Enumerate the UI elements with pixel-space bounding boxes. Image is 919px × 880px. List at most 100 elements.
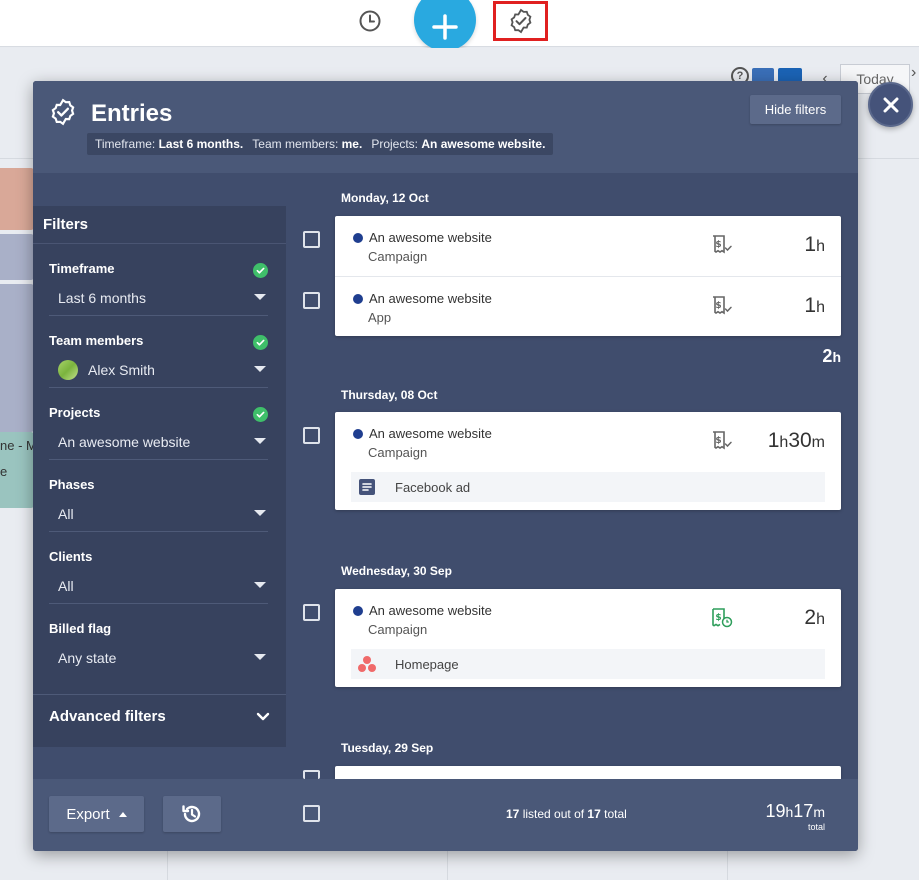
timeframe-select[interactable]: Last 6 months	[49, 280, 268, 316]
entry-row[interactable]: An awesome website Campaign $ 1h	[335, 216, 841, 276]
svg-text:$: $	[715, 240, 721, 250]
filters-panel: Filters Timeframe Last 6 months Team mem…	[33, 206, 286, 747]
total-text: total	[604, 807, 627, 821]
entry-row[interactable]: An awesome website App $ 1h	[335, 276, 841, 336]
day-label: Thursday, 08 Oct	[341, 388, 438, 402]
history-button[interactable]	[163, 796, 221, 832]
caret-down-icon	[254, 366, 266, 372]
caret-down-icon	[254, 582, 266, 588]
filter-value: Last 6 months	[58, 289, 146, 306]
unit-h: h	[816, 611, 825, 628]
modal-title: Entries	[91, 100, 173, 127]
export-button[interactable]: Export	[49, 796, 144, 832]
team-members-select[interactable]: Alex Smith	[49, 352, 268, 388]
entry-checkbox[interactable]	[303, 427, 320, 444]
entry-project[interactable]: An awesome website	[353, 291, 492, 306]
plus-icon	[432, 14, 458, 40]
day-card: An awesome website Campaign $ 1h30m Face…	[335, 412, 841, 510]
filter-label: Projects	[49, 405, 101, 420]
calendar-event[interactable]	[0, 234, 34, 280]
caret-down-icon	[254, 510, 266, 516]
chevron-down-icon	[256, 712, 270, 720]
day-card	[335, 766, 841, 779]
hide-filters-button[interactable]: Hide filters	[750, 95, 841, 124]
billable-receipt-icon[interactable]: $	[711, 431, 733, 451]
svg-text:$: $	[715, 436, 721, 446]
entry-duration: 1h30m	[768, 429, 825, 453]
task-name: Homepage	[395, 656, 459, 672]
modal-footer: Export 17 listed out of 17 total 19h17m …	[33, 779, 858, 851]
filter-label: Phases	[49, 477, 95, 492]
unit-h: h	[816, 299, 825, 316]
calendar-event[interactable]	[0, 284, 34, 432]
filter-label: Billed flag	[49, 621, 112, 636]
entry-phase: Campaign	[368, 622, 428, 637]
project-color-dot	[353, 428, 363, 439]
history-icon	[182, 805, 201, 823]
task-name: Facebook ad	[395, 479, 471, 495]
advanced-filters-toggle[interactable]: Advanced filters	[33, 694, 286, 738]
project-color-dot	[353, 232, 363, 243]
summary-timeframe-value: Last 6 months.	[158, 137, 244, 151]
select-all-checkbox[interactable]	[303, 805, 320, 822]
entry-checkbox[interactable]	[303, 231, 320, 248]
entry-phase: App	[368, 310, 392, 325]
check-circle-icon	[253, 263, 268, 278]
project-name: An awesome website	[369, 426, 492, 441]
billable-receipt-icon[interactable]: $	[711, 296, 733, 316]
close-icon	[883, 97, 898, 112]
entry-checkbox[interactable]	[303, 770, 320, 779]
summary-timeframe-key: Timeframe:	[95, 137, 156, 151]
entry-checkbox[interactable]	[303, 292, 320, 309]
modal-header: Entries Timeframe: Last 6 months. Team m…	[33, 81, 858, 173]
billed-receipt-clock-icon[interactable]: $	[711, 608, 733, 628]
filter-team-members: Team members Alex Smith	[33, 316, 286, 388]
filter-summary: Timeframe: Last 6 months. Team members: …	[87, 133, 554, 155]
task-row[interactable]: Homepage	[351, 649, 825, 679]
entry-checkbox[interactable]	[303, 604, 320, 621]
filter-value: All	[58, 577, 74, 594]
unit-m: m	[813, 804, 825, 820]
avatar	[58, 359, 78, 380]
entry-project[interactable]: An awesome website	[353, 426, 492, 441]
summary-team-key: Team members:	[252, 137, 339, 151]
chevron-right-icon[interactable]: ›	[911, 64, 919, 94]
unit-h: h	[832, 349, 841, 365]
day-total: 2h	[822, 346, 841, 367]
clock-icon[interactable]	[357, 8, 383, 34]
calendar-event-text: e	[0, 464, 8, 479]
entries-list[interactable]: Monday, 12 Oct An awesome website Campai…	[286, 173, 858, 779]
entry-project[interactable]: An awesome website	[353, 603, 492, 618]
day-total-hours: 2	[822, 346, 833, 366]
clients-select[interactable]: All	[49, 568, 268, 604]
advanced-filters-label: Advanced filters	[49, 708, 166, 725]
listed-number: 17	[506, 807, 520, 821]
project-name: An awesome website	[369, 291, 492, 306]
svg-text:$: $	[715, 301, 721, 311]
add-entry-button[interactable]	[414, 0, 476, 51]
summary-projects-key: Projects:	[371, 137, 419, 151]
listed-text: listed out of	[522, 807, 585, 821]
filter-value: An awesome website	[58, 433, 191, 450]
entry-row[interactable]: An awesome website Campaign $ 2h	[335, 589, 841, 649]
entry-project[interactable]: An awesome website	[353, 230, 492, 245]
filters-title: Filters	[33, 206, 286, 244]
entry-row[interactable]: An awesome website Campaign $ 1h30m	[335, 412, 841, 472]
billed-flag-select[interactable]: Any state	[49, 640, 268, 676]
check-circle-icon	[253, 335, 268, 350]
calendar-event-text: ne - M	[0, 438, 37, 453]
project-name: An awesome website	[369, 603, 492, 618]
filter-label: Timeframe	[49, 261, 115, 276]
task-row[interactable]: Facebook ad	[351, 472, 825, 502]
entries-modal: Entries Timeframe: Last 6 months. Team m…	[33, 81, 858, 851]
badge-check-icon	[51, 98, 75, 126]
unit-h: h	[816, 238, 825, 255]
billable-receipt-icon[interactable]: $	[711, 235, 733, 255]
calendar-event[interactable]	[0, 168, 34, 230]
close-modal-button[interactable]	[868, 82, 913, 127]
entries-button[interactable]	[493, 1, 548, 41]
projects-select[interactable]: An awesome website	[49, 424, 268, 460]
phases-select[interactable]: All	[49, 496, 268, 532]
filter-value: Any state	[58, 650, 117, 666]
day-card: An awesome website Campaign $ 2h Homepag…	[335, 589, 841, 687]
